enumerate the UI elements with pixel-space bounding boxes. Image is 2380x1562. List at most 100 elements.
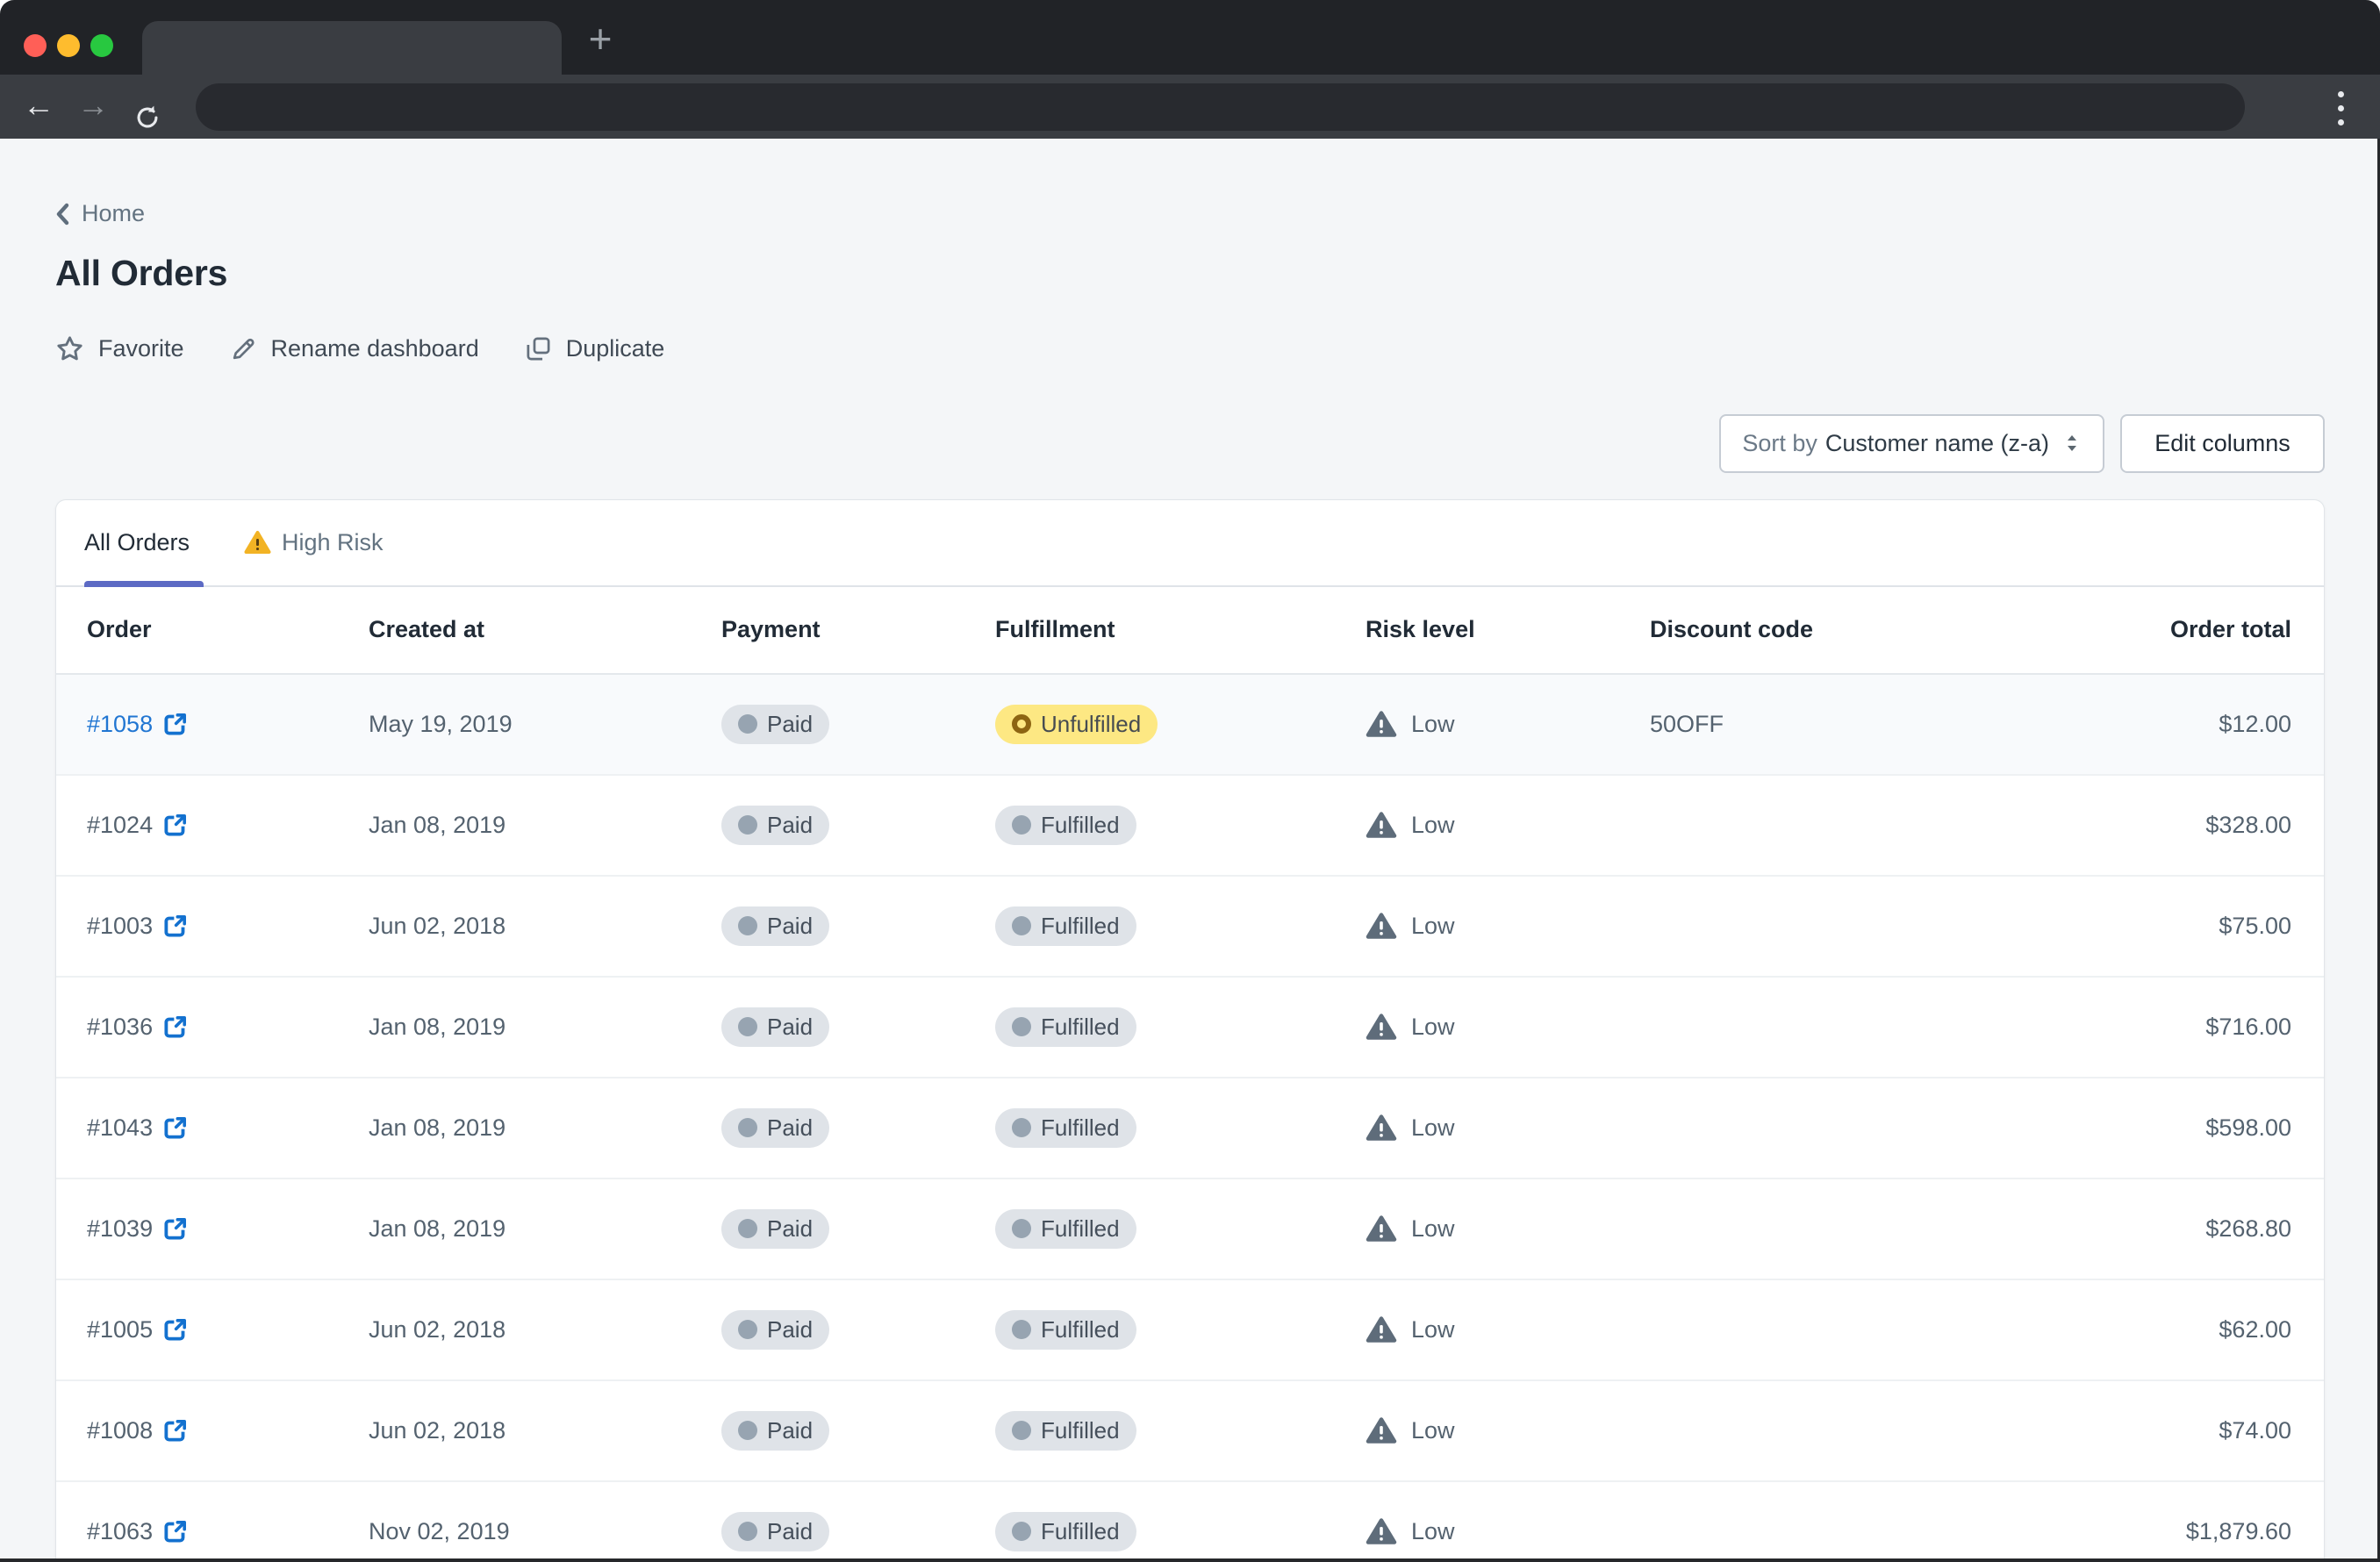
favorite-label: Favorite (98, 335, 184, 362)
breadcrumb[interactable]: Home (55, 200, 145, 227)
badge-status-icon (1012, 916, 1031, 935)
col-discount-code: Discount code (1650, 616, 1983, 643)
badge-dot-icon (738, 1522, 757, 1541)
order-number: #1063 (87, 1518, 153, 1545)
fulfillment-badge: Fulfilled (995, 1512, 1136, 1551)
table-row[interactable]: #1063 Nov 02, 2019 Paid Fulfilled (56, 1482, 2324, 1562)
payment-label: Paid (767, 1215, 813, 1243)
new-tab-button[interactable]: + (579, 16, 621, 61)
fulfillment-badge: Fulfilled (995, 906, 1136, 946)
sort-label: Sort by (1742, 430, 1817, 457)
forward-button[interactable]: → (74, 75, 112, 139)
duplicate-button[interactable]: Duplicate (525, 335, 665, 362)
rename-dashboard-button[interactable]: Rename dashboard (230, 335, 479, 362)
minimize-window-button[interactable] (57, 34, 80, 57)
order-link[interactable]: #1058 (87, 711, 187, 738)
badge-status-icon (1012, 1219, 1031, 1238)
fulfillment-badge: Fulfilled (995, 806, 1136, 845)
col-order: Order (87, 616, 369, 643)
browser-menu-icon[interactable] (2332, 89, 2349, 127)
order-link[interactable]: #1063 (87, 1518, 187, 1545)
order-link[interactable]: #1003 (87, 913, 187, 940)
risk-level-label: Low (1411, 1417, 1455, 1444)
table-row[interactable]: #1008 Jun 02, 2018 Paid Fulfilled (56, 1381, 2324, 1482)
table-row[interactable]: #1024 Jan 08, 2019 Paid Fulfilled (56, 776, 2324, 877)
external-link-icon (163, 1217, 187, 1241)
back-button[interactable]: ← (19, 75, 58, 139)
created-at-cell: Jun 02, 2018 (369, 1316, 721, 1343)
favorite-button[interactable]: Favorite (55, 334, 184, 363)
page-content: Home All Orders Favorite Rename dashboar… (0, 139, 2380, 1562)
fulfillment-label: Fulfilled (1041, 1518, 1120, 1545)
warning-triangle-icon (244, 530, 271, 555)
browser-tab-bar: + (0, 0, 2380, 75)
order-link[interactable]: #1008 (87, 1417, 187, 1444)
table-row[interactable]: #1036 Jan 08, 2019 Paid Fulfilled (56, 978, 2324, 1078)
browser-tab[interactable] (142, 21, 562, 75)
fulfillment-label: Fulfilled (1041, 1417, 1120, 1444)
tab-high-risk[interactable]: High Risk (244, 500, 384, 585)
rename-dashboard-label: Rename dashboard (271, 335, 479, 362)
order-link[interactable]: #1043 (87, 1114, 187, 1142)
fulfillment-label: Unfulfilled (1041, 711, 1141, 738)
payment-label: Paid (767, 812, 813, 839)
payment-label: Paid (767, 1014, 813, 1041)
payment-label: Paid (767, 1316, 813, 1343)
risk-warning-icon (1366, 1013, 1397, 1041)
external-link-icon (163, 1116, 187, 1140)
browser-toolbar: ← → (0, 75, 2380, 139)
payment-badge: Paid (721, 1310, 829, 1350)
browser-window: + ← → Home All Orders Favorit (0, 0, 2380, 1562)
table-row[interactable]: #1043 Jan 08, 2019 Paid Fulfilled (56, 1078, 2324, 1179)
star-icon (55, 334, 84, 363)
risk-level-label: Low (1411, 1014, 1455, 1041)
order-link[interactable]: #1005 (87, 1316, 187, 1343)
risk-level-label: Low (1411, 1114, 1455, 1142)
fulfillment-badge: Fulfilled (995, 1411, 1136, 1451)
risk-level-label: Low (1411, 1316, 1455, 1343)
tab-all-orders-label: All Orders (84, 529, 190, 556)
created-at-cell: Jan 08, 2019 (369, 1114, 721, 1142)
order-total-cell: $716.00 (1983, 1014, 2291, 1041)
edit-columns-button[interactable]: Edit columns (2120, 414, 2325, 473)
order-number: #1005 (87, 1316, 153, 1343)
order-number: #1036 (87, 1014, 153, 1041)
address-bar[interactable] (196, 83, 2245, 131)
payment-badge: Paid (721, 1209, 829, 1249)
created-at-cell: Jan 08, 2019 (369, 1215, 721, 1243)
col-risk-level: Risk level (1366, 616, 1650, 643)
risk-warning-icon (1366, 710, 1397, 738)
badge-dot-icon (738, 1320, 757, 1339)
close-window-button[interactable] (24, 34, 47, 57)
active-tab-underline (84, 581, 204, 587)
fulfillment-label: Fulfilled (1041, 1215, 1120, 1243)
order-link[interactable]: #1036 (87, 1014, 187, 1041)
table-row[interactable]: #1058 May 19, 2019 Paid Unfulfilled (56, 675, 2324, 776)
badge-dot-icon (738, 916, 757, 935)
reload-button[interactable] (128, 75, 167, 139)
order-link[interactable]: #1024 (87, 812, 187, 839)
badge-dot-icon (738, 714, 757, 734)
page-actions: Favorite Rename dashboard Duplicate (55, 334, 2325, 363)
page-title: All Orders (55, 253, 2325, 294)
badge-dot-icon (738, 1421, 757, 1440)
tab-all-orders[interactable]: All Orders (84, 500, 190, 585)
zoom-window-button[interactable] (90, 34, 113, 57)
order-link[interactable]: #1039 (87, 1215, 187, 1243)
external-link-icon (163, 1419, 187, 1443)
order-total-cell: $75.00 (1983, 913, 2291, 940)
created-at-cell: Nov 02, 2019 (369, 1518, 721, 1545)
risk-warning-icon (1366, 1114, 1397, 1142)
table-row[interactable]: #1003 Jun 02, 2018 Paid Fulfilled (56, 877, 2324, 978)
order-number: #1039 (87, 1215, 153, 1243)
risk-warning-icon (1366, 811, 1397, 839)
order-total-cell: $598.00 (1983, 1114, 2291, 1142)
payment-badge: Paid (721, 1108, 829, 1148)
order-number: #1003 (87, 913, 153, 940)
table-row[interactable]: #1039 Jan 08, 2019 Paid Fulfilled (56, 1179, 2324, 1280)
table-row[interactable]: #1005 Jun 02, 2018 Paid Fulfilled (56, 1280, 2324, 1381)
order-number: #1008 (87, 1417, 153, 1444)
sort-select[interactable]: Sort by Customer name (z-a) (1719, 414, 2104, 473)
external-link-icon (163, 1520, 187, 1544)
risk-warning-icon (1366, 1214, 1397, 1243)
